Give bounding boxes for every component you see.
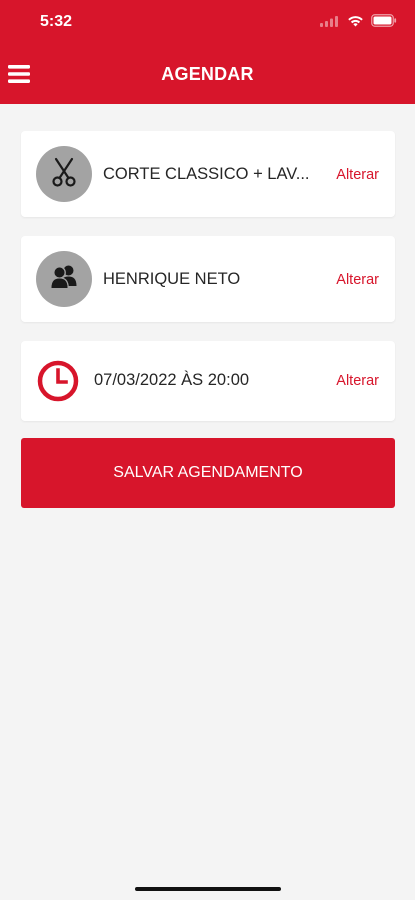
scissors-icon [47, 155, 81, 194]
change-service-link[interactable]: Alterar [336, 167, 379, 183]
professional-name: HENRIQUE NETO [103, 270, 241, 288]
service-avatar [36, 146, 92, 202]
appointment-datetime: 07/03/2022 ÀS 20:00 [94, 371, 250, 389]
clock-icon [37, 360, 79, 402]
status-icons [320, 14, 397, 27]
users-icon [47, 260, 81, 299]
status-time: 5:32 [40, 13, 73, 30]
service-name: CORTE CLASSICO + LAV... [103, 165, 310, 183]
wifi-icon [347, 15, 364, 27]
home-indicator[interactable] [135, 887, 281, 891]
professional-avatar [36, 251, 92, 307]
change-datetime-link[interactable]: Alterar [336, 373, 379, 389]
app-screen: 5:32 AGENDAR CORTE CLASSICO + LAV... Alt… [0, 0, 415, 900]
change-professional-link[interactable]: Alterar [336, 272, 379, 288]
save-appointment-button[interactable]: SALVAR AGENDAMENTO [21, 438, 395, 508]
professional-card: HENRIQUE NETO Alterar [21, 236, 395, 322]
datetime-card: 07/03/2022 ÀS 20:00 Alterar [21, 341, 395, 421]
save-appointment-label: SALVAR AGENDAMENTO [113, 464, 303, 481]
service-card: CORTE CLASSICO + LAV... Alterar [21, 131, 395, 217]
page-title: AGENDAR [161, 64, 254, 84]
top-bar: 5:32 AGENDAR [0, 0, 415, 104]
battery-icon [371, 14, 397, 27]
signal-icon [320, 15, 340, 27]
